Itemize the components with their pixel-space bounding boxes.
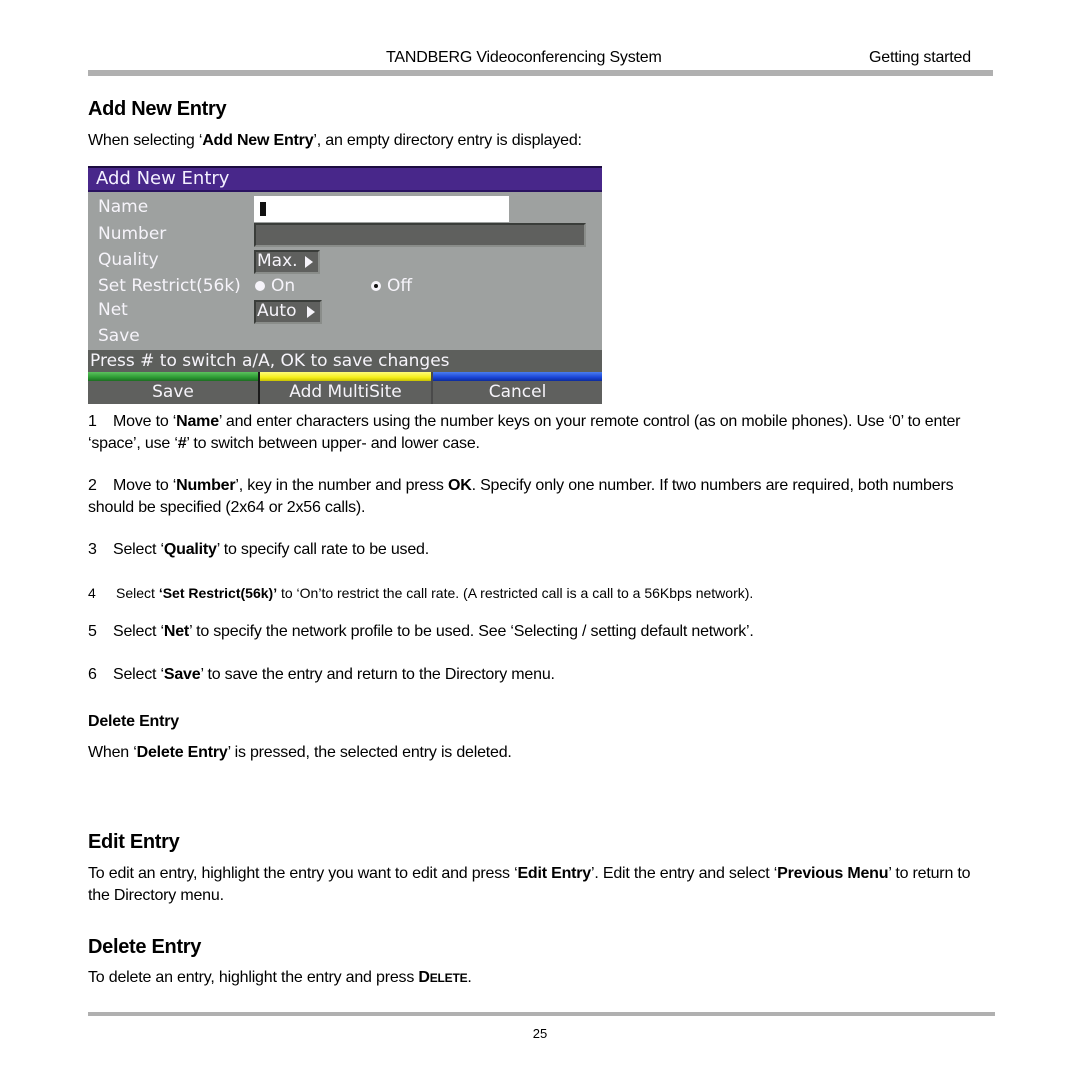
text: Move to ‘ xyxy=(113,477,177,494)
key-name: D xyxy=(418,969,430,986)
add-multisite-button[interactable]: Add MultiSite xyxy=(260,381,431,404)
text: When selecting ‘ xyxy=(88,132,203,149)
text: to ‘On’to restrict the call rate. (A res… xyxy=(277,585,754,601)
restrict-off-label: Off xyxy=(387,276,413,296)
text: Select xyxy=(116,585,159,601)
text: ’, key in the number and press xyxy=(235,477,448,494)
net-label: Net xyxy=(98,300,128,320)
bold-term: Previous Menu xyxy=(777,865,889,882)
bold-term: Delete Entry xyxy=(136,744,228,761)
key-name: ELETE xyxy=(429,971,468,985)
text: ’ is pressed, the selected entry is dele… xyxy=(227,744,512,761)
text: To edit an entry, highlight the entry yo… xyxy=(88,865,518,882)
bold-term: Quality xyxy=(163,541,217,558)
button-separator xyxy=(431,372,433,404)
section-name: Getting started xyxy=(869,49,971,66)
page-number: 25 xyxy=(532,1026,548,1041)
green-key-indicator xyxy=(88,372,258,381)
delete-entry-paragraph: To delete an entry, highlight the entry … xyxy=(88,967,472,989)
bold-term: ‘Set Restrict(56k)’ xyxy=(158,585,278,601)
quality-value: Max. xyxy=(257,251,298,271)
restrict-off-radio[interactable] xyxy=(371,281,381,291)
name-label: Name xyxy=(98,197,149,217)
arrow-right-icon xyxy=(307,306,315,318)
name-input[interactable] xyxy=(254,196,509,222)
save-menu-item[interactable]: Save xyxy=(98,325,140,347)
bold-term: Save xyxy=(163,666,201,683)
step-number: 4 xyxy=(88,585,96,601)
step-4: 4 Select ‘Set Restrict(56k)’ to ‘On’to re… xyxy=(88,582,988,604)
text: Select ‘ xyxy=(113,541,164,558)
bold-term: Name xyxy=(176,413,219,430)
quality-select[interactable]: Max. xyxy=(254,250,320,274)
dialog-title: Add New Entry xyxy=(88,166,602,192)
step-6: 6 Select ‘Save’ to save the entry and ret… xyxy=(88,664,988,686)
heading-delete-entry: Delete Entry xyxy=(88,936,202,958)
bold-term: Edit Entry xyxy=(517,865,592,882)
text: When ‘ xyxy=(88,744,137,761)
net-value: Auto xyxy=(257,301,297,321)
step-number: 5 xyxy=(88,623,97,640)
number-input[interactable] xyxy=(254,223,586,247)
step-3: 3 Select ‘Quality’ to specify call rate t… xyxy=(88,539,988,561)
number-label: Number xyxy=(98,224,167,244)
restrict-on-radio[interactable] xyxy=(255,281,265,291)
text: ’ to specify call rate to be used. xyxy=(216,541,429,558)
document-title: TANDBERG Videoconferencing System xyxy=(386,49,662,66)
net-select[interactable]: Auto xyxy=(254,300,322,324)
text: ’ to switch between upper- and lower cas… xyxy=(186,435,480,452)
restrict-on-label: On xyxy=(271,276,296,296)
heading-add-new-entry: Add New Entry xyxy=(88,98,227,120)
delete-entry-description: When ‘Delete Entry’ is pressed, the sele… xyxy=(88,742,512,764)
text: . xyxy=(467,969,472,986)
arrow-right-icon xyxy=(305,256,313,268)
edit-entry-paragraph: To edit an entry, highlight the entry yo… xyxy=(88,863,988,907)
step-1: 1 Move to ‘Name’ and enter characters usi… xyxy=(88,411,988,455)
footer-divider xyxy=(88,1012,995,1016)
button-separator xyxy=(258,372,260,404)
bold-term: Add New Entry xyxy=(202,132,314,149)
bold-term: Number xyxy=(176,477,236,494)
text: To delete an entry, highlight the entry … xyxy=(88,969,419,986)
bold-term: Net xyxy=(163,623,190,640)
dialog-hint: Press # to switch a/A, OK to save change… xyxy=(88,350,602,372)
heading-edit-entry: Edit Entry xyxy=(88,831,180,853)
text: ’ to save the entry and return to the Di… xyxy=(200,666,555,683)
intro-paragraph: When selecting ‘Add New Entry’, an empty… xyxy=(88,130,582,152)
bold-term: OK xyxy=(447,477,472,494)
text: Select ‘ xyxy=(113,623,164,640)
step-number: 3 xyxy=(88,541,97,558)
text: Select ‘ xyxy=(113,666,164,683)
step-number: 2 xyxy=(88,477,97,494)
header-divider xyxy=(88,70,993,76)
quality-label: Quality xyxy=(98,250,159,270)
cancel-button[interactable]: Cancel xyxy=(433,381,602,404)
yellow-key-indicator xyxy=(260,372,431,381)
text: ’, an empty directory entry is displayed… xyxy=(313,132,582,149)
blue-key-indicator xyxy=(433,372,602,381)
add-new-entry-dialog: Add New Entry Name Number Quality Max. S… xyxy=(88,166,602,404)
step-number: 6 xyxy=(88,666,97,683)
text-cursor xyxy=(260,202,266,216)
text: ’ to specify the network profile to be u… xyxy=(189,623,754,640)
step-number: 1 xyxy=(88,413,97,430)
step-5: 5 Select ‘Net’ to specify the network pro… xyxy=(88,621,988,643)
text: Move to ‘ xyxy=(113,413,177,430)
save-button[interactable]: Save xyxy=(88,381,258,404)
subheading-delete-entry: Delete Entry xyxy=(88,713,179,730)
set-restrict-label: Set Restrict(56k) xyxy=(98,276,241,296)
step-2: 2 Move to ‘Number’, key in the number and… xyxy=(88,475,988,519)
text: ’. Edit the entry and select ‘ xyxy=(591,865,778,882)
